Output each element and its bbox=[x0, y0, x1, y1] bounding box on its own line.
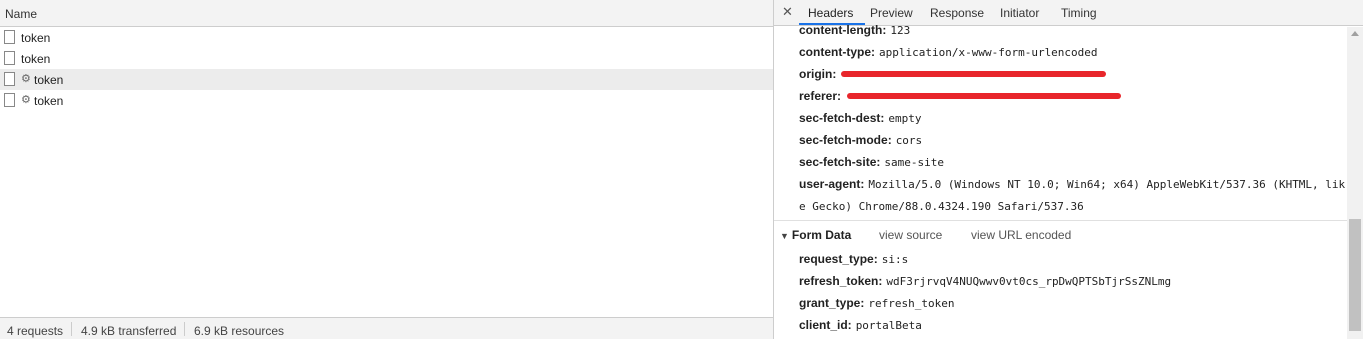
request-count: 4 requests bbox=[7, 324, 64, 338]
file-icon bbox=[4, 93, 15, 107]
header-value: 123 bbox=[890, 24, 911, 37]
request-row[interactable]: ⚙ token bbox=[0, 90, 773, 111]
list-header: Name bbox=[0, 0, 773, 27]
header-key: origin: bbox=[799, 67, 837, 81]
request-row-selected[interactable]: ⚙ token bbox=[0, 69, 773, 90]
tab-timing[interactable]: Timing bbox=[1061, 6, 1097, 20]
header-row: content-length: 123 bbox=[799, 23, 910, 38]
expand-triangle-icon: ▼ bbox=[780, 231, 789, 241]
scroll-up-arrow-icon[interactable] bbox=[1351, 31, 1359, 36]
view-source-link[interactable]: view source bbox=[879, 228, 942, 242]
header-key: content-length: bbox=[799, 23, 887, 37]
request-name: token bbox=[34, 73, 64, 87]
form-field-row: request_type: si:s bbox=[799, 252, 908, 267]
header-key: sec-fetch-site: bbox=[799, 155, 881, 169]
header-key: content-type: bbox=[799, 45, 875, 59]
redaction-mark bbox=[847, 93, 1121, 99]
tab-headers[interactable]: Headers bbox=[808, 6, 853, 20]
header-row: content-type: application/x-www-form-urle… bbox=[799, 45, 1098, 60]
section-divider bbox=[774, 220, 1347, 221]
request-list-panel: Name token token ⚙ token ⚙ token 4 reque… bbox=[0, 0, 773, 339]
status-divider bbox=[184, 322, 185, 336]
form-field-value: si:s bbox=[881, 253, 909, 266]
tab-preview[interactable]: Preview bbox=[870, 6, 913, 20]
request-row[interactable]: token bbox=[0, 48, 773, 69]
header-value: empty bbox=[888, 112, 922, 125]
request-name: token bbox=[21, 31, 51, 45]
header-key: sec-fetch-dest: bbox=[799, 111, 885, 125]
header-value: Mozilla/5.0 (Windows NT 10.0; Win64; x64… bbox=[868, 178, 1346, 191]
form-field-key: refresh_token: bbox=[799, 274, 883, 288]
request-name: token bbox=[21, 52, 51, 66]
vertical-scrollbar[interactable] bbox=[1347, 27, 1363, 339]
tab-initiator[interactable]: Initiator bbox=[1000, 6, 1039, 20]
form-field-value: refresh_token bbox=[868, 297, 955, 310]
form-data-section-toggle[interactable]: ▼ Form Data bbox=[780, 228, 851, 242]
header-row: sec-fetch-mode: cors bbox=[799, 133, 922, 148]
redaction-mark bbox=[841, 71, 1106, 77]
preflight-gear-icon: ⚙ bbox=[21, 73, 31, 85]
form-field-row: client_id: portalBeta bbox=[799, 318, 922, 333]
preflight-gear-icon: ⚙ bbox=[21, 94, 31, 106]
view-url-encoded-link[interactable]: view URL encoded bbox=[971, 228, 1071, 242]
header-value: application/x-www-form-urlencoded bbox=[879, 46, 1098, 59]
transferred-size: 4.9 kB transferred bbox=[81, 324, 177, 338]
header-key: user-agent: bbox=[799, 177, 865, 191]
status-divider bbox=[71, 322, 72, 336]
form-field-key: grant_type: bbox=[799, 296, 865, 310]
header-key: referer: bbox=[799, 89, 842, 103]
file-icon bbox=[4, 51, 15, 65]
request-details-panel: ✕ Headers Preview Response Initiator Tim… bbox=[774, 0, 1363, 339]
header-value: cors bbox=[895, 134, 923, 147]
form-data-title: Form Data bbox=[791, 228, 852, 242]
file-icon bbox=[4, 30, 15, 44]
header-row: sec-fetch-site: same-site bbox=[799, 155, 944, 170]
header-row: user-agent: Mozilla/5.0 (Windows NT 10.0;… bbox=[799, 177, 1345, 192]
close-icon[interactable]: ✕ bbox=[782, 5, 793, 19]
header-key: sec-fetch-mode: bbox=[799, 133, 892, 147]
header-value: same-site bbox=[884, 156, 944, 169]
form-field-row: grant_type: refresh_token bbox=[799, 296, 954, 311]
request-name: token bbox=[34, 94, 64, 108]
form-field-key: client_id: bbox=[799, 318, 852, 332]
form-field-value: portalBeta bbox=[855, 319, 922, 332]
request-row[interactable]: token bbox=[0, 27, 773, 48]
header-value: e Gecko) Chrome/88.0.4324.190 Safari/537… bbox=[799, 200, 1084, 213]
name-column-header[interactable]: Name bbox=[5, 7, 37, 21]
header-row: origin: bbox=[799, 67, 840, 82]
form-field-value: wdF3rjrvqV4NUQwwv0vt0cs_rpDwQPTSbTjrSsZN… bbox=[886, 275, 1172, 288]
header-row: referer: bbox=[799, 89, 845, 104]
header-row: sec-fetch-dest: empty bbox=[799, 111, 921, 126]
form-field-row: refresh_token: wdF3rjrvqV4NUQwwv0vt0cs_rp… bbox=[799, 274, 1171, 289]
header-row-continuation: e Gecko) Chrome/88.0.4324.190 Safari/537… bbox=[799, 199, 1084, 214]
status-bar: 4 requests 4.9 kB transferred 6.9 kB res… bbox=[0, 317, 773, 339]
file-icon bbox=[4, 72, 15, 86]
form-field-key: request_type: bbox=[799, 252, 878, 266]
resources-size: 6.9 kB resources bbox=[194, 324, 285, 338]
tab-response[interactable]: Response bbox=[930, 6, 984, 20]
scrollbar-thumb[interactable] bbox=[1349, 219, 1361, 331]
